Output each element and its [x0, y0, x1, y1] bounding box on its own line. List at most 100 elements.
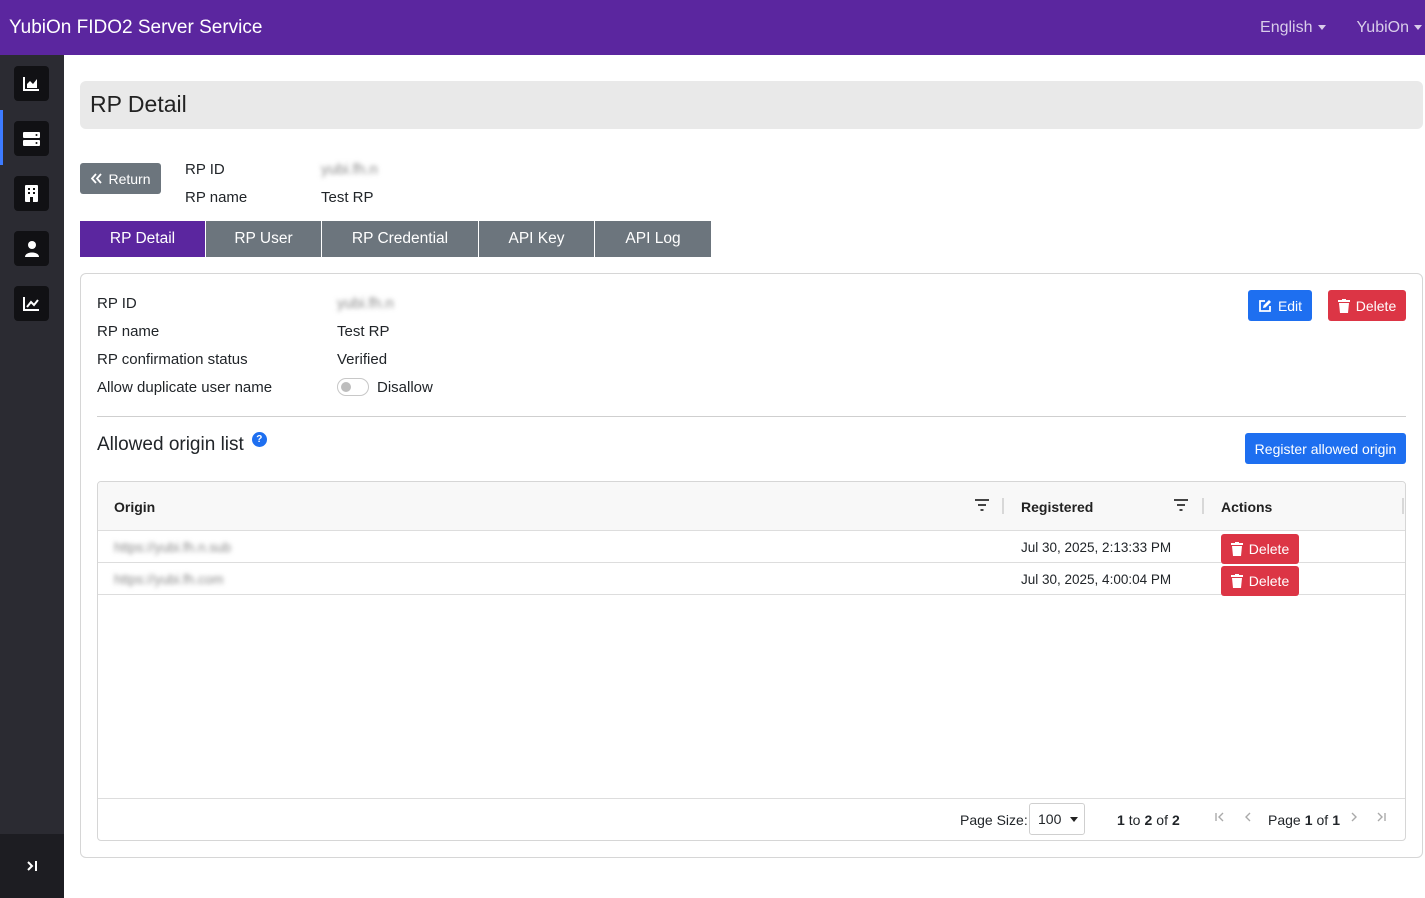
page-indicator: Page 1 of 1: [1268, 799, 1340, 840]
grid-pagination: Page Size: 100 1 to 2 of 2 Page 1 of 1: [98, 798, 1405, 840]
rp-summary: RP ID yubi.fh.n RP name Test RP: [185, 155, 378, 211]
help-icon[interactable]: ?: [251, 432, 267, 447]
trash-icon: [1230, 542, 1243, 556]
column-header-origin[interactable]: Origin: [114, 482, 155, 531]
building-icon: [25, 185, 38, 202]
page-size-select[interactable]: 100: [1029, 803, 1085, 835]
trash-icon: [1230, 574, 1243, 588]
page-header: RP Detail: [80, 81, 1423, 129]
delete-origin-button[interactable]: Delete: [1221, 534, 1299, 564]
column-resize-handle[interactable]: [1002, 498, 1004, 514]
table-row: https://yubi.fh.com Jul 30, 2025, 4:00:0…: [98, 563, 1405, 596]
user-icon: [24, 240, 39, 257]
page-word: Page: [1268, 812, 1301, 828]
origin-cell: https://yubi.fh.com: [114, 571, 224, 587]
detail-rp-id-label: RP ID: [97, 294, 137, 312]
previous-page-icon[interactable]: [1242, 811, 1254, 823]
column-header-actions: Actions: [1221, 498, 1273, 515]
edit-label: Edit: [1277, 297, 1303, 314]
column-resize-handle[interactable]: [1402, 498, 1404, 514]
column-resize-handle[interactable]: [1202, 498, 1204, 514]
top-navbar: YubiOn FIDO2 Server Service English Yubi…: [0, 0, 1425, 55]
page-of-word: of: [1316, 812, 1329, 828]
column-header-registered[interactable]: Registered: [1021, 482, 1093, 531]
page-current: 1: [1304, 812, 1313, 828]
language-label: English: [1260, 18, 1313, 36]
tab-rp-credential[interactable]: RP Credential: [322, 221, 479, 257]
confirmation-status-value: Verified: [337, 350, 388, 368]
duplicate-user-label: Allow duplicate user name: [97, 378, 273, 396]
sidebar-item-rp[interactable]: [14, 121, 49, 156]
app-title[interactable]: YubiOn FIDO2 Server Service: [9, 17, 262, 39]
return-label: Return: [108, 170, 151, 187]
registered-cell: Jul 30, 2025, 2:13:33 PM: [1021, 539, 1172, 555]
rp-details: RP ID yubi.fh.n RP name Test RP RP confi…: [97, 289, 433, 401]
allowed-origin-title: Allowed origin list: [97, 434, 244, 455]
sidebar-item-statistics[interactable]: [14, 286, 49, 321]
duplicate-user-toggle[interactable]: [337, 378, 369, 396]
caret-down-icon: [1070, 816, 1079, 822]
next-page-icon[interactable]: [1348, 811, 1360, 823]
delete-rp-button[interactable]: Delete: [1328, 290, 1406, 321]
tab-api-log[interactable]: API Log: [595, 221, 711, 257]
origin-cell: https://yubi.fh.n.sub: [114, 539, 232, 555]
tab-api-key[interactable]: API Key: [479, 221, 595, 257]
tab-rp-user[interactable]: RP User: [206, 221, 322, 257]
range-to: 2: [1144, 812, 1153, 828]
detail-rp-name-label: RP name: [97, 322, 160, 340]
sidebar: [0, 55, 64, 898]
tab-bar: RP Detail RP User RP Credential API Key …: [80, 221, 711, 257]
filter-icon[interactable]: [975, 499, 989, 511]
user-label: YubiOn: [1356, 18, 1409, 36]
page-size-value: 100: [1038, 811, 1062, 827]
range-to-word: to: [1128, 812, 1141, 828]
sidebar-collapse-button[interactable]: [0, 834, 64, 898]
registered-cell: Jul 30, 2025, 4:00:04 PM: [1021, 571, 1172, 587]
caret-down-icon: [1317, 25, 1326, 30]
rp-name-value: Test RP: [321, 188, 374, 206]
page-size-label: Page Size:: [960, 812, 1028, 828]
table-row: https://yubi.fh.n.sub Jul 30, 2025, 2:13…: [98, 531, 1405, 564]
origin-grid: Origin Registered Actions https://yubi.f…: [97, 481, 1406, 841]
delete-origin-label: Delete: [1248, 573, 1290, 589]
return-button[interactable]: Return: [80, 163, 161, 194]
rp-id-value: yubi.fh.n: [321, 160, 378, 178]
chart-area-icon: [23, 77, 39, 91]
range-of-word: of: [1156, 812, 1168, 828]
detail-rp-id-value: yubi.fh.n: [337, 294, 394, 312]
edit-button[interactable]: Edit: [1248, 290, 1312, 321]
collapse-toggle-icon: [27, 861, 37, 871]
caret-down-icon: [1414, 25, 1422, 30]
range-from: 1: [1117, 812, 1125, 828]
delete-origin-button[interactable]: Delete: [1221, 566, 1299, 596]
tab-rp-detail[interactable]: RP Detail: [80, 221, 206, 257]
delete-label: Delete: [1355, 297, 1397, 314]
rp-name-label: RP name: [185, 188, 248, 206]
confirmation-status-label: RP confirmation status: [97, 350, 248, 368]
first-page-icon[interactable]: [1214, 811, 1226, 823]
row-range: 1 to 2 of 2: [1117, 799, 1180, 840]
grid-header: Origin Registered Actions: [98, 482, 1405, 531]
sidebar-active-indicator: [0, 110, 3, 165]
edit-icon: [1259, 299, 1271, 312]
angle-double-left-icon: [91, 173, 103, 184]
top-nav-menu: English YubiOn: [1260, 0, 1425, 55]
sidebar-item-users[interactable]: [14, 231, 49, 266]
filter-icon[interactable]: [1174, 499, 1188, 511]
detail-rp-name-value: Test RP: [337, 322, 390, 340]
rp-id-label: RP ID: [185, 160, 225, 178]
main-content: RP Detail Return RP ID yubi.fh.n RP name…: [64, 55, 1425, 898]
page-total: 1: [1332, 812, 1340, 828]
user-dropdown[interactable]: YubiOn: [1357, 19, 1422, 37]
sidebar-item-dashboard[interactable]: [14, 66, 49, 101]
section-divider: [97, 416, 1406, 417]
page-title: RP Detail: [90, 91, 187, 117]
register-origin-button[interactable]: Register allowed origin: [1245, 433, 1406, 464]
sidebar-item-organization[interactable]: [14, 176, 49, 211]
trash-icon: [1337, 298, 1350, 313]
rp-detail-card: RP ID yubi.fh.n RP name Test RP RP confi…: [80, 273, 1423, 858]
language-dropdown[interactable]: English: [1260, 18, 1326, 37]
chart-line-icon: [23, 297, 39, 311]
server-icon: [23, 131, 40, 146]
last-page-icon[interactable]: [1375, 811, 1387, 823]
